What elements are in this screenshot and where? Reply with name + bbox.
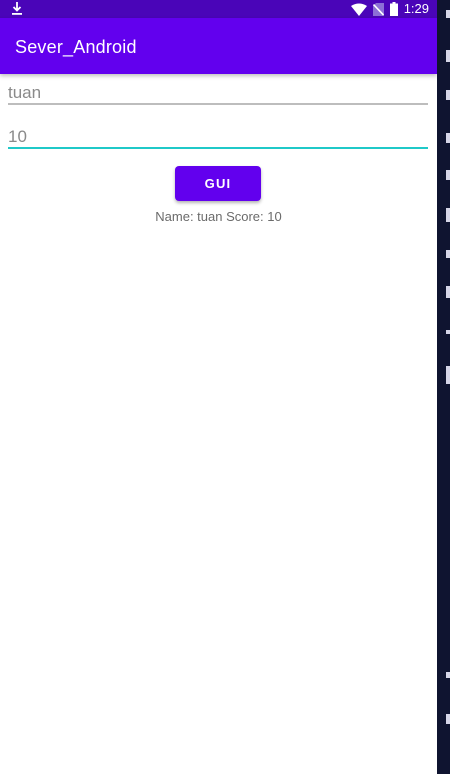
side-mark	[446, 90, 450, 100]
side-mark	[446, 133, 450, 143]
score-field[interactable]: 10	[8, 119, 428, 149]
side-mark	[446, 672, 450, 678]
app-screen: 1:29 Sever_Android tuan 10 GUI Name: tua…	[0, 0, 437, 774]
side-mark	[446, 208, 450, 222]
side-mark	[446, 366, 450, 384]
side-mark	[446, 10, 450, 18]
side-strip	[437, 0, 450, 774]
side-mark	[446, 170, 450, 180]
send-button[interactable]: GUI	[175, 166, 261, 201]
status-time: 1:29	[403, 1, 429, 16]
score-field-value: 10	[8, 127, 27, 146]
no-sim-icon	[372, 2, 384, 16]
name-field[interactable]: tuan	[8, 75, 428, 105]
side-mark	[446, 286, 450, 298]
device-frame: 1:29 Sever_Android tuan 10 GUI Name: tua…	[0, 0, 450, 774]
side-mark	[446, 250, 450, 258]
score-field-underline	[8, 147, 428, 149]
download-icon	[12, 2, 22, 15]
result-text: Name: tuan Score: 10	[155, 209, 282, 224]
status-icons: 1:29	[350, 0, 429, 18]
side-mark	[446, 330, 450, 334]
battery-icon	[389, 2, 398, 16]
status-bar: 1:29	[0, 0, 437, 18]
side-mark	[446, 50, 450, 62]
wifi-icon	[350, 3, 367, 16]
name-field-value: tuan	[8, 83, 42, 102]
side-mark	[446, 714, 450, 724]
app-bar: Sever_Android	[0, 18, 437, 74]
app-title: Sever_Android	[15, 37, 137, 57]
name-field-underline	[8, 103, 428, 105]
